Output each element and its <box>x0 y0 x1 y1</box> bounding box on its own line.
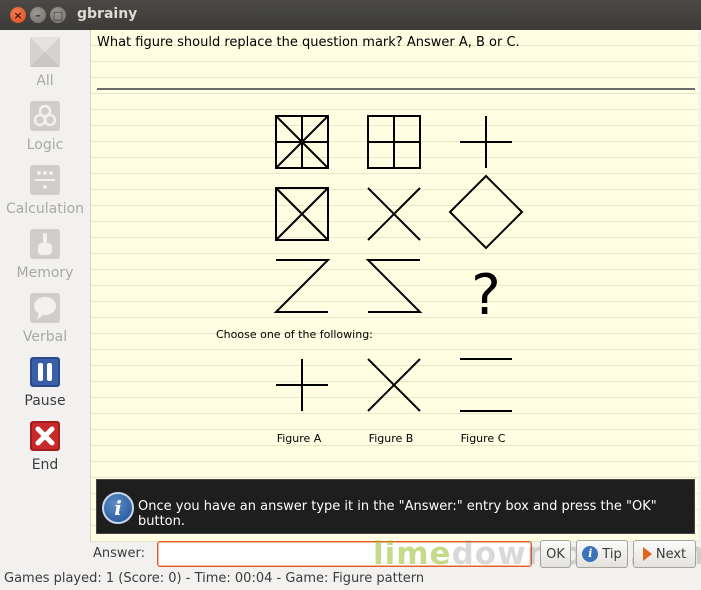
info-message: Once you have an answer type it in the "… <box>138 499 657 529</box>
window-close-button[interactable]: × <box>10 7 26 23</box>
info-bar: i Once you have an answer type it in the… <box>96 479 695 534</box>
option-figure-b-x <box>367 358 421 412</box>
sidebar-item-end[interactable]: End <box>0 416 90 478</box>
next-button[interactable]: Next <box>633 540 696 568</box>
puzzle-figures: ? <box>273 115 524 412</box>
sidebar-item-logic[interactable]: Logic <box>0 96 90 158</box>
verbal-icon <box>30 293 60 323</box>
window-maximize-button[interactable]: □ <box>50 7 66 23</box>
figure-plus <box>460 116 512 168</box>
sidebar-item-label: Memory <box>16 265 74 281</box>
sidebar-item-calculation[interactable]: Calculation <box>0 160 90 222</box>
ok-button[interactable]: OK <box>540 540 571 568</box>
sidebar-item-label: Verbal <box>22 329 68 345</box>
option-figure-c-lines <box>460 358 512 412</box>
sidebar-item-label: All <box>36 73 54 89</box>
question-mark: ? <box>471 263 501 328</box>
sidebar-item-label: Pause <box>24 393 66 409</box>
option-label-b: Figure B <box>368 432 414 445</box>
figure-square-grid <box>367 115 421 169</box>
sidebar-item-label: Logic <box>26 137 64 153</box>
all-games-icon <box>30 37 60 67</box>
answer-label: Answer: <box>93 546 146 561</box>
next-arrow-icon <box>642 547 652 561</box>
status-bar: Games played: 1 (Score: 0) - Time: 00:04… <box>0 569 701 590</box>
figure-z-shape <box>273 259 331 313</box>
sidebar-item-verbal[interactable]: Verbal <box>0 288 90 350</box>
figure-x <box>367 187 421 241</box>
option-figure-a-plus <box>276 359 328 411</box>
sidebar-item-memory[interactable]: Memory <box>0 224 90 286</box>
window-minimize-button[interactable]: – <box>30 7 46 23</box>
memory-icon <box>30 229 60 259</box>
sidebar-item-label: Calculation <box>5 201 85 217</box>
figure-square-asterisk <box>275 115 329 169</box>
logic-icon <box>30 101 60 131</box>
ok-button-label: OK <box>546 546 565 562</box>
figure-diamond <box>448 174 524 250</box>
app-window: × – □ gbrainy All Logic Calculation Memo… <box>0 0 701 590</box>
figure-s-shape <box>365 259 423 313</box>
titlebar: × – □ gbrainy <box>0 0 701 30</box>
choose-prompt: Choose one of the following: <box>216 328 373 341</box>
puzzle-area: What figure should replace the question … <box>90 30 698 542</box>
sidebar-item-label: End <box>31 457 59 473</box>
tip-button-label: Tip <box>602 546 622 562</box>
next-button-label: Next <box>655 546 687 562</box>
option-label-c: Figure C <box>460 432 506 445</box>
tip-icon: i <box>582 546 599 562</box>
window-title: gbrainy <box>77 6 138 22</box>
watermark-lime: lime <box>373 536 452 572</box>
figure-square-x <box>275 187 329 241</box>
calculation-icon <box>30 165 60 195</box>
sidebar-item-pause[interactable]: Pause <box>0 352 90 414</box>
sidebar-item-all[interactable]: All <box>0 32 90 94</box>
info-icon: i <box>102 492 134 524</box>
end-icon <box>30 421 60 451</box>
sidebar: All Logic Calculation Memory Verbal Paus… <box>0 30 90 542</box>
tip-button[interactable]: i Tip <box>576 540 628 568</box>
pause-icon <box>30 357 60 387</box>
option-label-a: Figure A <box>276 432 322 445</box>
